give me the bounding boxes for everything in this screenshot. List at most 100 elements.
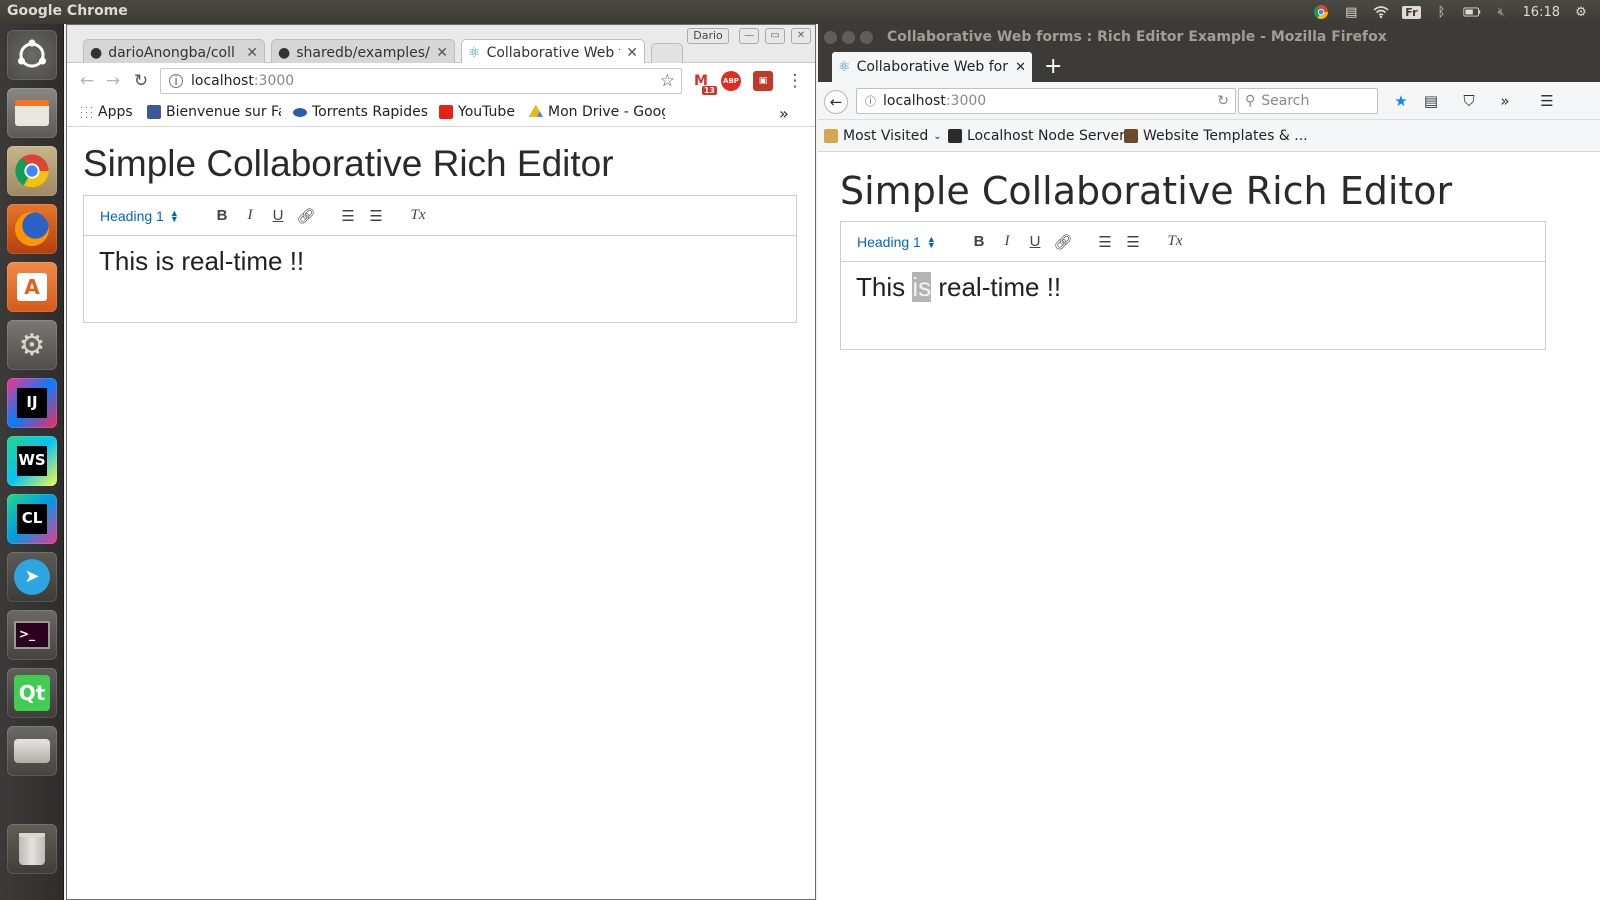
- ordered-list-icon[interactable]: ☰: [334, 207, 362, 225]
- qt-creator-icon[interactable]: Qt: [7, 668, 57, 718]
- ordered-list-icon[interactable]: ☰: [1091, 233, 1119, 251]
- folder-icon: [824, 129, 838, 143]
- gmail-extension-icon[interactable]: M 13: [691, 71, 717, 95]
- new-tab-button[interactable]: [651, 43, 683, 63]
- link-icon[interactable]: 🔗︎: [1049, 233, 1077, 251]
- bookmark-most-visited[interactable]: Most Visited ⌄: [824, 128, 942, 144]
- chrome-menu-icon[interactable]: ⋮: [785, 71, 805, 91]
- terminal-icon[interactable]: >_: [7, 610, 57, 660]
- forward-arrow-icon[interactable]: →: [103, 71, 123, 91]
- wifi-icon[interactable]: [1372, 4, 1390, 20]
- search-box[interactable]: ⚲ Search: [1238, 88, 1378, 114]
- clear-format-button[interactable]: Tx: [1161, 233, 1189, 250]
- power-gear-icon[interactable]: ⚙: [1572, 4, 1590, 20]
- url-port: :3000: [253, 73, 295, 89]
- chrome-window: ● darioAnongba/coll ✕ ● sharedb/examples…: [66, 24, 816, 900]
- clion-icon[interactable]: CL: [7, 494, 57, 544]
- firefox-tab-collaborative[interactable]: ⚛ Collaborative Web forr ✕: [832, 52, 1032, 82]
- minimize-button[interactable]: —: [739, 28, 759, 44]
- maximize-button[interactable]: [860, 31, 873, 44]
- address-bar[interactable]: i localhost :3000 ☆: [160, 68, 682, 94]
- bookmark-facebook[interactable]: Bienvenue sur Fa: [147, 104, 281, 120]
- bookmark-star-icon[interactable]: ★: [1392, 92, 1410, 110]
- info-icon[interactable]: i: [169, 74, 183, 88]
- close-window-button[interactable]: ✕: [791, 28, 811, 44]
- underline-button[interactable]: U: [264, 207, 292, 224]
- extension-icon[interactable]: ▣: [753, 71, 773, 91]
- back-arrow-icon[interactable]: ←: [824, 90, 848, 114]
- chrome-tab-github-coll[interactable]: ● darioAnongba/coll ✕: [83, 39, 265, 65]
- disk-drive-icon[interactable]: [7, 726, 57, 776]
- close-icon[interactable]: ✕: [626, 45, 638, 61]
- chrome-tab-collaborative[interactable]: ⚛ Collaborative Web f ✕: [461, 39, 645, 66]
- address-bar[interactable]: ⓘ localhost :3000 ↻: [856, 88, 1236, 114]
- clear-format-button[interactable]: Tx: [404, 207, 432, 224]
- editor-content[interactable]: This is real-time !!: [84, 236, 796, 287]
- remote-selection-highlight: is: [912, 272, 932, 302]
- keyboard-layout-indicator[interactable]: Fr: [1402, 5, 1421, 19]
- bold-button[interactable]: B: [965, 233, 993, 250]
- hamburger-menu-icon[interactable]: ☰: [1538, 92, 1556, 110]
- bluetooth-icon[interactable]: ᛒ: [1433, 4, 1451, 20]
- bookmarks-overflow-button[interactable]: »: [779, 104, 789, 123]
- firefox-navbar: ← ⓘ localhost :3000 ↻ ⚲ Search ★ ▤ ⛉ » ☰: [818, 82, 1600, 120]
- bookmark-star-icon[interactable]: ☆: [660, 71, 675, 91]
- underline-button[interactable]: U: [1021, 233, 1049, 250]
- heading-select[interactable]: Heading 1 ▲ ▼: [857, 234, 965, 250]
- bookmark-website-templates[interactable]: Website Templates & ...: [1124, 128, 1308, 144]
- reload-icon[interactable]: ↻: [1217, 93, 1229, 109]
- intellij-icon[interactable]: IJ: [7, 378, 57, 428]
- clipboard-icon[interactable]: ▤: [1342, 4, 1360, 20]
- telegram-icon[interactable]: ➤: [7, 552, 57, 602]
- chrome-indicator-icon[interactable]: [1312, 4, 1330, 20]
- italic-button[interactable]: I: [993, 233, 1021, 250]
- volume-muted-icon[interactable]: 🔇︎: [1493, 4, 1511, 20]
- webstorm-icon[interactable]: WS: [7, 436, 57, 486]
- content-text: This: [856, 272, 913, 302]
- firefox-bookmarks-bar: Most Visited ⌄ Localhost Node Server Web…: [818, 120, 1600, 152]
- bullet-list-icon[interactable]: ☰: [1119, 233, 1147, 251]
- bookmark-apps[interactable]: Apps: [79, 104, 133, 120]
- system-tray: ▤ Fr ᛒ 🔇︎ 16:18 ⚙: [1312, 0, 1590, 24]
- back-arrow-icon[interactable]: ←: [77, 71, 97, 91]
- editor-toolbar: Heading 1 ▲ ▼ B I U 🔗︎ ☰ ☰ Tx: [841, 222, 1545, 262]
- clock[interactable]: 16:18: [1523, 5, 1560, 20]
- bookmark-torrents[interactable]: Torrents Rapides: [293, 104, 427, 120]
- adblock-plus-icon[interactable]: ABP: [721, 71, 741, 91]
- close-icon[interactable]: ✕: [246, 45, 258, 61]
- system-settings-icon[interactable]: ⚙: [7, 320, 57, 370]
- reader-list-icon[interactable]: ▤: [1422, 92, 1440, 110]
- profile-button[interactable]: Dario: [687, 28, 729, 44]
- maximize-button[interactable]: ▭: [765, 28, 785, 44]
- chrome-tab-sharedb[interactable]: ● sharedb/examples/ ✕: [271, 39, 455, 65]
- firefox-icon[interactable]: [7, 204, 57, 254]
- bold-button[interactable]: B: [208, 207, 236, 224]
- react-icon: ⚛: [838, 59, 851, 75]
- bookmark-drive[interactable]: Mon Drive - Goog: [529, 104, 665, 120]
- heading-select[interactable]: Heading 1 ▲ ▼: [100, 208, 208, 224]
- pocket-icon[interactable]: ⛉: [1460, 92, 1478, 110]
- link-icon[interactable]: 🔗︎: [292, 207, 320, 225]
- bookmark-label: YouTube: [458, 104, 515, 120]
- bookmark-youtube[interactable]: YouTube: [439, 104, 515, 120]
- minimize-button[interactable]: [842, 31, 855, 44]
- italic-button[interactable]: I: [236, 207, 264, 224]
- bullet-list-icon[interactable]: ☰: [362, 207, 390, 225]
- heading-select-value: Heading 1: [857, 233, 921, 250]
- close-icon[interactable]: ✕: [436, 45, 448, 61]
- new-tab-button[interactable]: +: [1044, 54, 1062, 79]
- reload-icon[interactable]: ↻: [131, 71, 151, 91]
- close-icon[interactable]: ✕: [1015, 60, 1026, 75]
- overflow-button[interactable]: »: [1496, 92, 1514, 110]
- battery-icon[interactable]: [1462, 4, 1481, 20]
- editor-content[interactable]: This is real-time !!: [841, 262, 1545, 313]
- editor-toolbar: Heading 1 ▲ ▼ B I U 🔗︎ ☰ ☰ Tx: [84, 196, 796, 236]
- ubuntu-dash-icon[interactable]: [7, 30, 57, 80]
- info-icon[interactable]: ⓘ: [865, 93, 876, 109]
- software-center-icon[interactable]: A: [7, 262, 57, 312]
- files-icon[interactable]: [7, 88, 57, 138]
- trash-icon[interactable]: [7, 824, 57, 874]
- close-window-button[interactable]: [824, 31, 837, 44]
- bookmark-localhost[interactable]: Localhost Node Server: [948, 128, 1125, 144]
- chrome-icon[interactable]: [7, 146, 57, 196]
